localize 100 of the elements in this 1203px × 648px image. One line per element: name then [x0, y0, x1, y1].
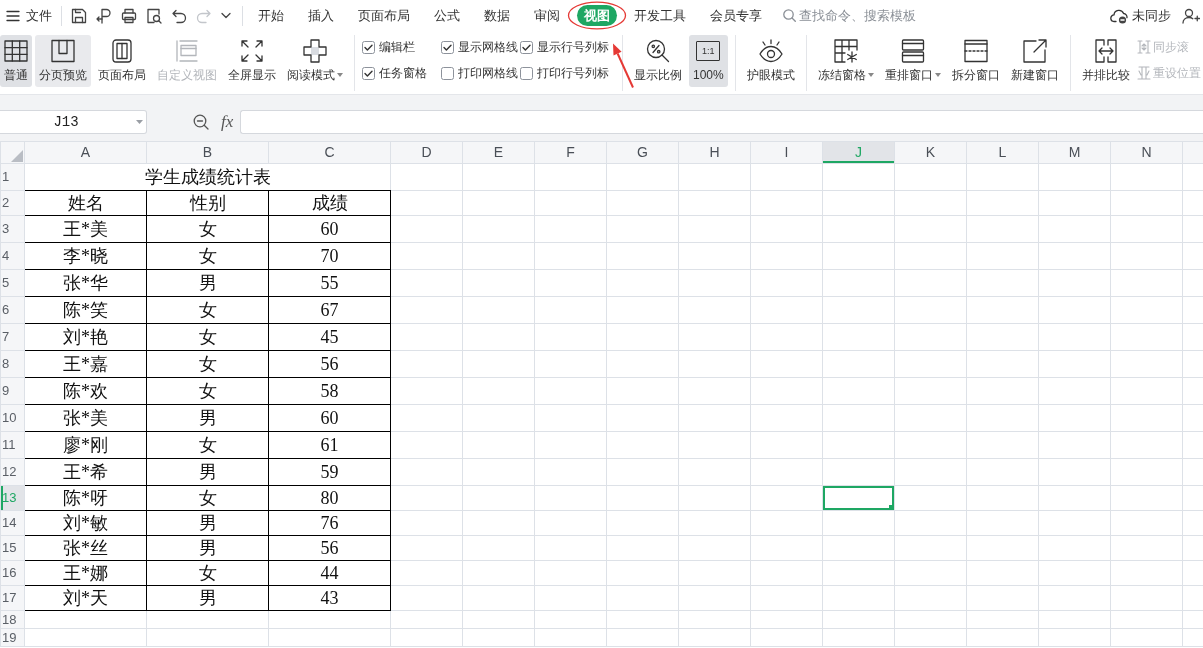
- active-cell[interactable]: [822, 485, 895, 511]
- ribbon-button[interactable]: 普通: [0, 35, 32, 87]
- row-header[interactable]: 1: [0, 163, 25, 191]
- ribbon-button[interactable]: 护眼模式: [742, 35, 799, 87]
- row-header[interactable]: 16: [0, 560, 25, 586]
- search-icon: [783, 9, 796, 22]
- sheet-title: 学生成绩统计表: [24, 163, 391, 191]
- checkbox-label[interactable]: 显示网格线: [458, 40, 518, 54]
- search-field[interactable]: 查找命令、搜索模板: [783, 5, 925, 26]
- checkbox-label[interactable]: 打印行号列标: [537, 66, 609, 80]
- file-menu-button[interactable]: 文件: [0, 7, 55, 24]
- function-label[interactable]: fx: [221, 112, 234, 132]
- checkbox-label[interactable]: 编辑栏: [379, 40, 415, 54]
- zoom-out-icon[interactable]: [193, 114, 209, 130]
- row-header[interactable]: 2: [0, 190, 25, 216]
- menu-tab[interactable]: 插入: [301, 5, 341, 26]
- column-header[interactable]: L: [966, 141, 1039, 164]
- column-header[interactable]: D: [390, 141, 463, 164]
- print-icon[interactable]: [121, 7, 137, 24]
- table-cell: 王*希: [24, 458, 147, 486]
- ribbon-button[interactable]: 分页预览: [35, 35, 91, 87]
- row-header[interactable]: 3: [0, 215, 25, 243]
- menu-tab[interactable]: 公式: [427, 5, 467, 26]
- checkbox-label[interactable]: 显示行号列标: [537, 40, 609, 54]
- add-user-icon[interactable]: [1182, 7, 1200, 24]
- page-layout-icon: [110, 39, 134, 63]
- menu-tab[interactable]: 审阅: [527, 5, 567, 26]
- table-cell: 女: [146, 377, 269, 405]
- table-cell: 76: [268, 510, 391, 536]
- name-box[interactable]: J13: [0, 110, 147, 134]
- checkbox[interactable]: [520, 40, 533, 54]
- ribbon-button[interactable]: 拆分窗口: [947, 35, 1004, 87]
- checkbox-label[interactable]: 打印网格线: [458, 66, 518, 80]
- row-header[interactable]: 6: [0, 296, 25, 324]
- menu-tab[interactable]: 会员专享: [703, 5, 769, 26]
- table-cell: 陈*欢: [24, 377, 147, 405]
- menu-tab[interactable]: 数据: [477, 5, 517, 26]
- table-cell: 刘*天: [24, 585, 147, 611]
- table-cell: 男: [146, 269, 269, 297]
- page-columns-icon: [51, 39, 75, 63]
- export-icon[interactable]: [96, 7, 112, 24]
- column-header[interactable]: H: [678, 141, 751, 164]
- checkbox[interactable]: [520, 66, 533, 80]
- ribbon-button[interactable]: 显示比例: [630, 35, 686, 87]
- row-header[interactable]: 17: [0, 585, 25, 611]
- table-cell: 王*美: [24, 215, 147, 243]
- ribbon-button[interactable]: 新建窗口: [1006, 35, 1063, 87]
- checkbox[interactable]: [362, 40, 375, 54]
- checkbox[interactable]: [362, 66, 375, 80]
- eye-icon: [758, 39, 783, 63]
- magnifier-percent-icon: [646, 39, 670, 63]
- table-cell: 女: [146, 485, 269, 511]
- column-header[interactable]: B: [146, 141, 269, 164]
- column-header[interactable]: A: [24, 141, 147, 164]
- column-header[interactable]: I: [750, 141, 823, 164]
- table-cell: 王*嘉: [24, 350, 147, 378]
- column-header[interactable]: E: [462, 141, 535, 164]
- row-header[interactable]: 11: [0, 431, 25, 459]
- table-cell: 61: [268, 431, 391, 459]
- undo-icon[interactable]: [171, 7, 187, 24]
- row-header[interactable]: 9: [0, 377, 25, 405]
- row-header[interactable]: 10: [0, 404, 25, 432]
- table-cell: 陈*呀: [24, 485, 147, 511]
- save-icon[interactable]: [71, 7, 87, 24]
- table-cell: 女: [146, 296, 269, 324]
- checkbox-label[interactable]: 任务窗格: [379, 66, 427, 80]
- ribbon-button[interactable]: 阅读模式: [283, 35, 347, 87]
- ribbon-button[interactable]: 全屏显示: [224, 35, 280, 87]
- grid-icon: [4, 39, 28, 63]
- row-header[interactable]: 4: [0, 242, 25, 270]
- row-header[interactable]: 15: [0, 535, 25, 561]
- menu-tab[interactable]: 页面布局: [351, 5, 417, 26]
- row-header[interactable]: 14: [0, 510, 25, 536]
- checkbox[interactable]: [441, 66, 454, 80]
- row-header[interactable]: 5: [0, 269, 25, 297]
- checkbox[interactable]: [441, 40, 454, 54]
- table-cell: 55: [268, 269, 391, 297]
- column-header[interactable]: K: [894, 141, 967, 164]
- sync-button[interactable]: 未同步: [1110, 5, 1171, 26]
- menu-tab[interactable]: 开始: [251, 5, 291, 26]
- row-header[interactable]: 8: [0, 350, 25, 378]
- ribbon-button[interactable]: 冻结窗格: [813, 35, 878, 87]
- formula-input[interactable]: [240, 110, 1203, 134]
- sync-scroll-icon: [1136, 40, 1151, 54]
- table-cell: 男: [146, 510, 269, 536]
- menu-tab[interactable]: 开发工具: [627, 5, 693, 26]
- ribbon-button[interactable]: 1:1 100%: [689, 35, 728, 87]
- ribbon-button[interactable]: 并排比较: [1077, 35, 1134, 87]
- column-header[interactable]: G: [606, 141, 679, 164]
- column-header[interactable]: C: [268, 141, 391, 164]
- table-cell: 女: [146, 242, 269, 270]
- table-header-cell: 成绩: [268, 190, 391, 216]
- print-preview-icon[interactable]: [146, 7, 162, 24]
- column-header[interactable]: F: [534, 141, 607, 164]
- ribbon-button[interactable]: 重排窗口: [880, 35, 945, 87]
- column-header[interactable]: N: [1110, 141, 1183, 164]
- column-header[interactable]: M: [1038, 141, 1111, 164]
- row-header[interactable]: 7: [0, 323, 25, 351]
- ribbon-button[interactable]: 页面布局: [94, 35, 150, 87]
- row-header[interactable]: 12: [0, 458, 25, 486]
